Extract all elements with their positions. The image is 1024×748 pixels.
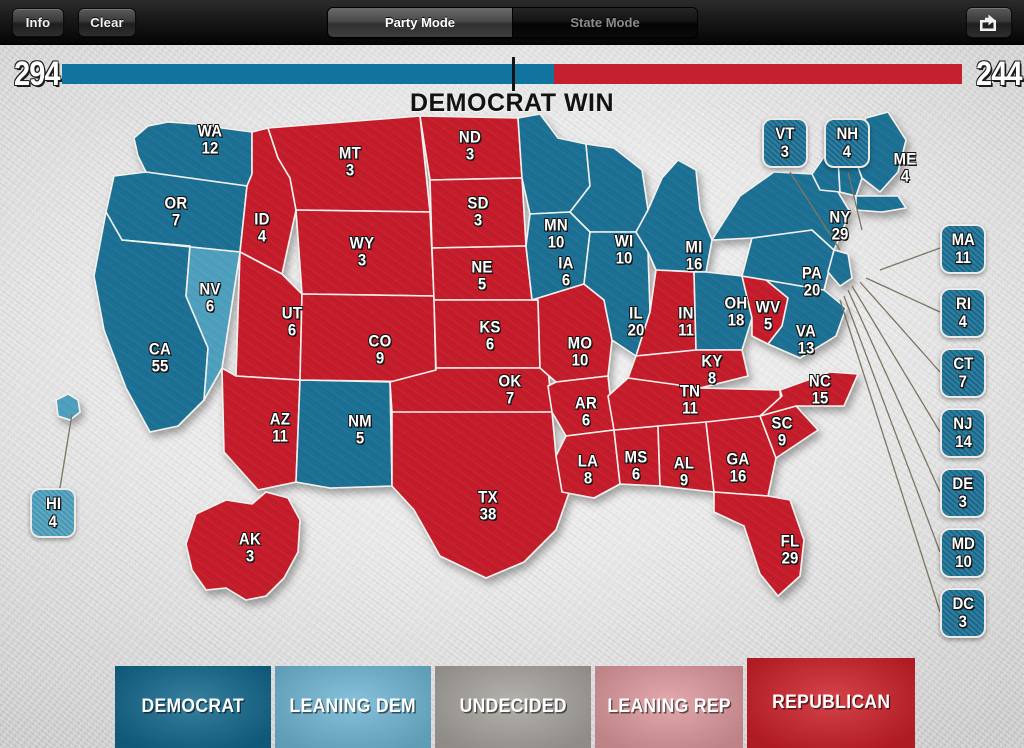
callout-electoral-votes: 10 <box>954 552 972 571</box>
state-shape-TX <box>391 411 571 579</box>
state-shape-MA-shape <box>855 195 907 213</box>
state-shape-HI <box>55 393 81 421</box>
state-shape-AZ <box>221 367 301 491</box>
top-toolbar: Info Clear Party Mode State Mode <box>0 0 1024 45</box>
legend-item-republican[interactable]: REPUBLICAN <box>747 658 915 748</box>
callout-abbr: NJ <box>953 414 973 434</box>
map-state-shapes[interactable] <box>55 111 907 601</box>
callout-electoral-votes: 3 <box>780 142 790 161</box>
state-shape-OK <box>389 367 553 415</box>
callout-electoral-votes: 7 <box>958 372 968 391</box>
callout-NJ[interactable]: NJ 14 <box>940 408 986 458</box>
state-shape-CO <box>299 293 437 383</box>
state-shape-MS <box>613 425 661 487</box>
state-shape-MO <box>531 283 613 383</box>
result-label: DEMOCRAT WIN <box>409 89 615 117</box>
callout-MA[interactable]: MA 11 <box>940 224 986 274</box>
state-shape-ND <box>419 115 523 181</box>
state-shape-SD <box>429 177 527 249</box>
callout-abbr: DC <box>952 594 974 614</box>
callout-electoral-votes: 4 <box>842 142 852 161</box>
electoral-scoreboard: 294 244 DEMOCRAT WIN <box>0 45 1024 123</box>
mode-segmented-control[interactable]: Party Mode State Mode <box>327 7 698 38</box>
clear-button[interactable]: Clear <box>78 8 136 37</box>
state-shape-NM <box>295 379 393 489</box>
callout-electoral-votes: 4 <box>958 312 968 331</box>
callout-abbr: DE <box>952 474 974 494</box>
callout-VT[interactable]: VT 3 <box>762 118 808 168</box>
map-svg <box>0 100 1024 660</box>
callout-DE[interactable]: DE 3 <box>940 468 986 518</box>
tab-state-mode[interactable]: State Mode <box>513 8 697 37</box>
share-button[interactable] <box>966 7 1012 38</box>
callout-electoral-votes: 3 <box>958 492 968 511</box>
info-button[interactable]: Info <box>12 8 64 37</box>
legend-item-leaning-rep[interactable]: LEANING REP <box>595 666 743 748</box>
legend-label: LEANING DEM <box>289 696 417 717</box>
party-legend: DEMOCRAT LEANING DEM UNDECIDED LEANING REP R… <box>0 658 1024 748</box>
legend-label: LEANING REP <box>607 696 731 717</box>
state-shape-FL <box>713 491 805 597</box>
callout-electoral-votes: 14 <box>954 432 972 451</box>
callout-CT[interactable]: CT 7 <box>940 348 986 398</box>
legend-label: UNDECIDED <box>459 696 567 717</box>
state-shape-LA <box>555 429 621 499</box>
callout-abbr: CT <box>953 354 973 374</box>
vote-progress-bar <box>62 57 962 91</box>
state-shape-WY <box>295 209 435 297</box>
callout-RI[interactable]: RI 4 <box>940 288 986 338</box>
callout-abbr: MD <box>951 534 975 554</box>
callout-abbr: MA <box>951 230 975 250</box>
republican-bar-fill <box>553 64 962 84</box>
usa-electoral-map: WA 12 OR 7 CA 55 NV 6 ID 4 MT 3 WY 3 UT 6 AZ 11 NM 5 CO 9 ND 3 S… <box>0 100 1024 660</box>
electoral-map-app: Info Clear Party Mode State Mode 294 244… <box>0 0 1024 748</box>
callout-NH[interactable]: NH 4 <box>824 118 870 168</box>
callout-electoral-votes: 3 <box>958 612 968 631</box>
callout-abbr: NH <box>836 124 858 144</box>
legend-item-undecided[interactable]: UNDECIDED <box>435 666 591 748</box>
majority-threshold-marker <box>512 57 516 91</box>
legend-item-democrat[interactable]: DEMOCRAT <box>115 666 271 748</box>
callout-electoral-votes: 4 <box>48 512 58 531</box>
callout-abbr: HI <box>45 494 61 514</box>
callout-abbr: RI <box>955 294 971 314</box>
callout-MD[interactable]: MD 10 <box>940 528 986 578</box>
state-shape-UT <box>235 251 303 381</box>
legend-label: DEMOCRAT <box>141 696 245 717</box>
legend-label: REPUBLICAN <box>771 692 891 713</box>
tab-party-mode[interactable]: Party Mode <box>328 8 513 37</box>
democrat-bar-fill <box>62 64 554 84</box>
share-icon <box>980 14 996 31</box>
callout-electoral-votes: 11 <box>955 248 971 267</box>
callout-DC[interactable]: DC 3 <box>940 588 986 638</box>
state-shape-AR <box>547 375 615 437</box>
callout-abbr: VT <box>775 124 795 144</box>
callout-HI[interactable]: HI 4 <box>30 488 76 538</box>
legend-item-leaning-dem[interactable]: LEANING DEM <box>275 666 431 748</box>
state-shape-AL <box>657 421 715 493</box>
state-shape-AK <box>185 491 301 601</box>
state-shape-NE <box>431 245 533 301</box>
state-shape-KS <box>433 299 541 369</box>
